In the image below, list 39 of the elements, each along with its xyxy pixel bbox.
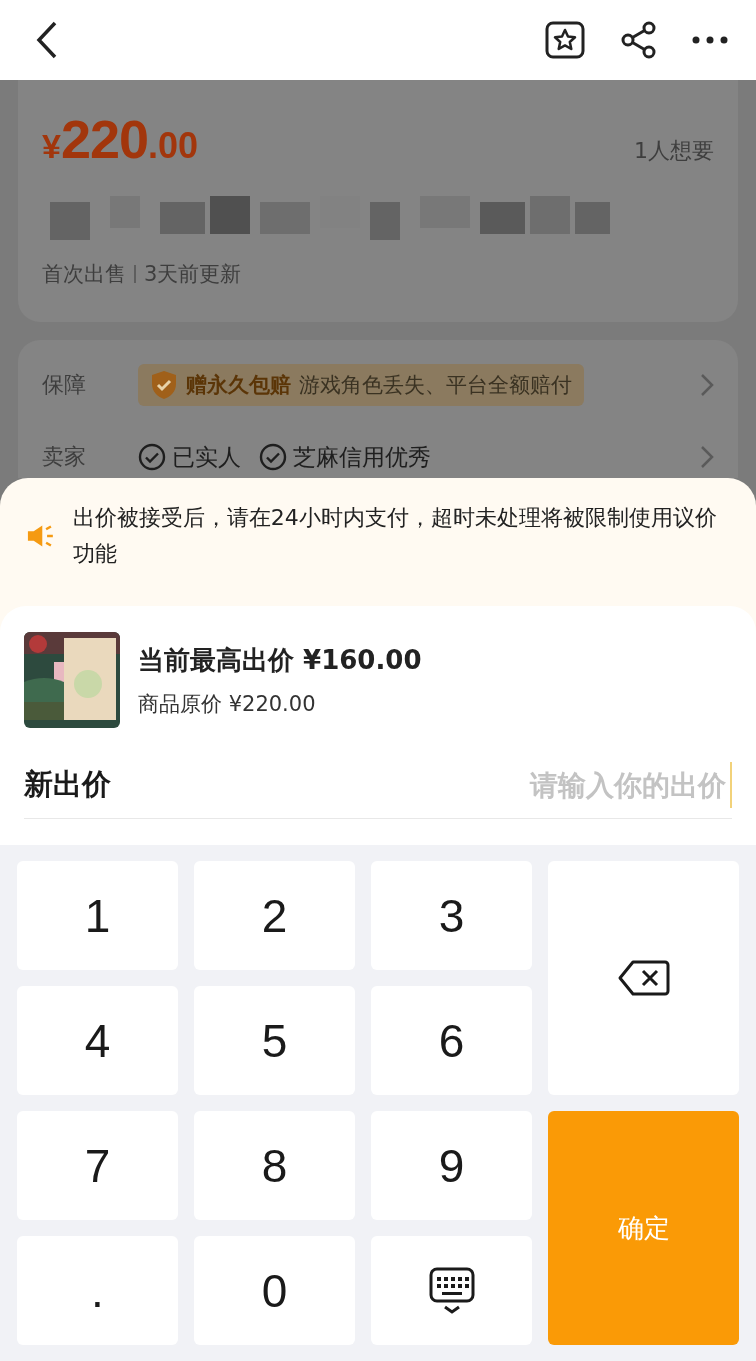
digit-key[interactable]: 9 <box>371 1111 532 1220</box>
digit-key[interactable]: 5 <box>194 986 355 1095</box>
more-button[interactable] <box>692 36 728 44</box>
digit-key[interactable]: 4 <box>17 986 178 1095</box>
share-button[interactable] <box>620 21 658 59</box>
digit-key[interactable]: 2 <box>194 861 355 970</box>
verification-label: 已实人 <box>172 442 241 472</box>
digit-key[interactable]: 0 <box>194 1236 355 1345</box>
notice-text: 出价被接受后，请在24小时内支付，超时未处理将被限制使用议价功能 <box>72 504 718 568</box>
info-label: 保障 <box>42 371 87 399</box>
back-button[interactable] <box>36 21 58 59</box>
digit-key[interactable]: 6 <box>371 986 532 1095</box>
digit-key[interactable]: 1 <box>17 861 178 970</box>
digit-key[interactable]: 7 <box>17 1111 178 1220</box>
shield-icon <box>150 370 178 400</box>
back-icon <box>36 21 58 59</box>
hide-keyboard-key[interactable] <box>371 1236 532 1345</box>
info-label: 卖家 <box>42 443 87 471</box>
digit-key[interactable]: . <box>17 1236 178 1345</box>
listing-tag: 首次出售 <box>42 260 126 288</box>
share-icon <box>620 21 658 59</box>
highest-offer: 当前最高出价 ¥160.00 <box>138 643 422 677</box>
digit-key[interactable]: 3 <box>371 861 532 970</box>
keyboard-icon <box>428 1266 475 1315</box>
original-price: 商品原价 ¥220.00 <box>138 690 317 718</box>
backspace-icon <box>617 959 670 997</box>
check-circle-icon <box>259 443 287 471</box>
listing-tag: 3天前更新 <box>144 260 242 288</box>
verification-label: 芝麻信用优秀 <box>293 442 431 472</box>
favorite-button[interactable] <box>544 19 586 61</box>
digit-key[interactable]: 8 <box>194 1111 355 1220</box>
check-circle-icon <box>138 443 166 471</box>
more-icon <box>692 36 728 44</box>
new-offer-label: 新出价 <box>24 766 111 803</box>
speaker-icon <box>26 523 55 549</box>
price: ¥220.00 <box>42 108 199 170</box>
guarantee-badge: 赠永久包赔 游戏角色丢失、平台全额赔付 <box>138 364 584 406</box>
wanted-count: 1人想要 <box>634 137 714 165</box>
offer-input[interactable]: 请输入你的出价 <box>308 767 728 803</box>
